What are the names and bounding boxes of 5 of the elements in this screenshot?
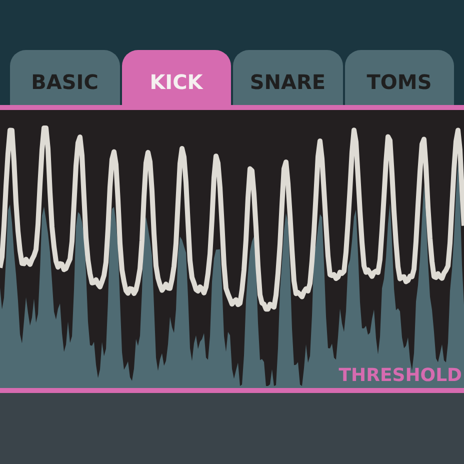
tab[interactable]: KICK — [122, 50, 231, 105]
threshold-label: THRESHOLD — [338, 365, 462, 386]
tab[interactable]: SNARE — [233, 50, 342, 105]
tab[interactable]: TOMS — [344, 50, 454, 105]
tab[interactable]: BASIC — [10, 50, 120, 105]
